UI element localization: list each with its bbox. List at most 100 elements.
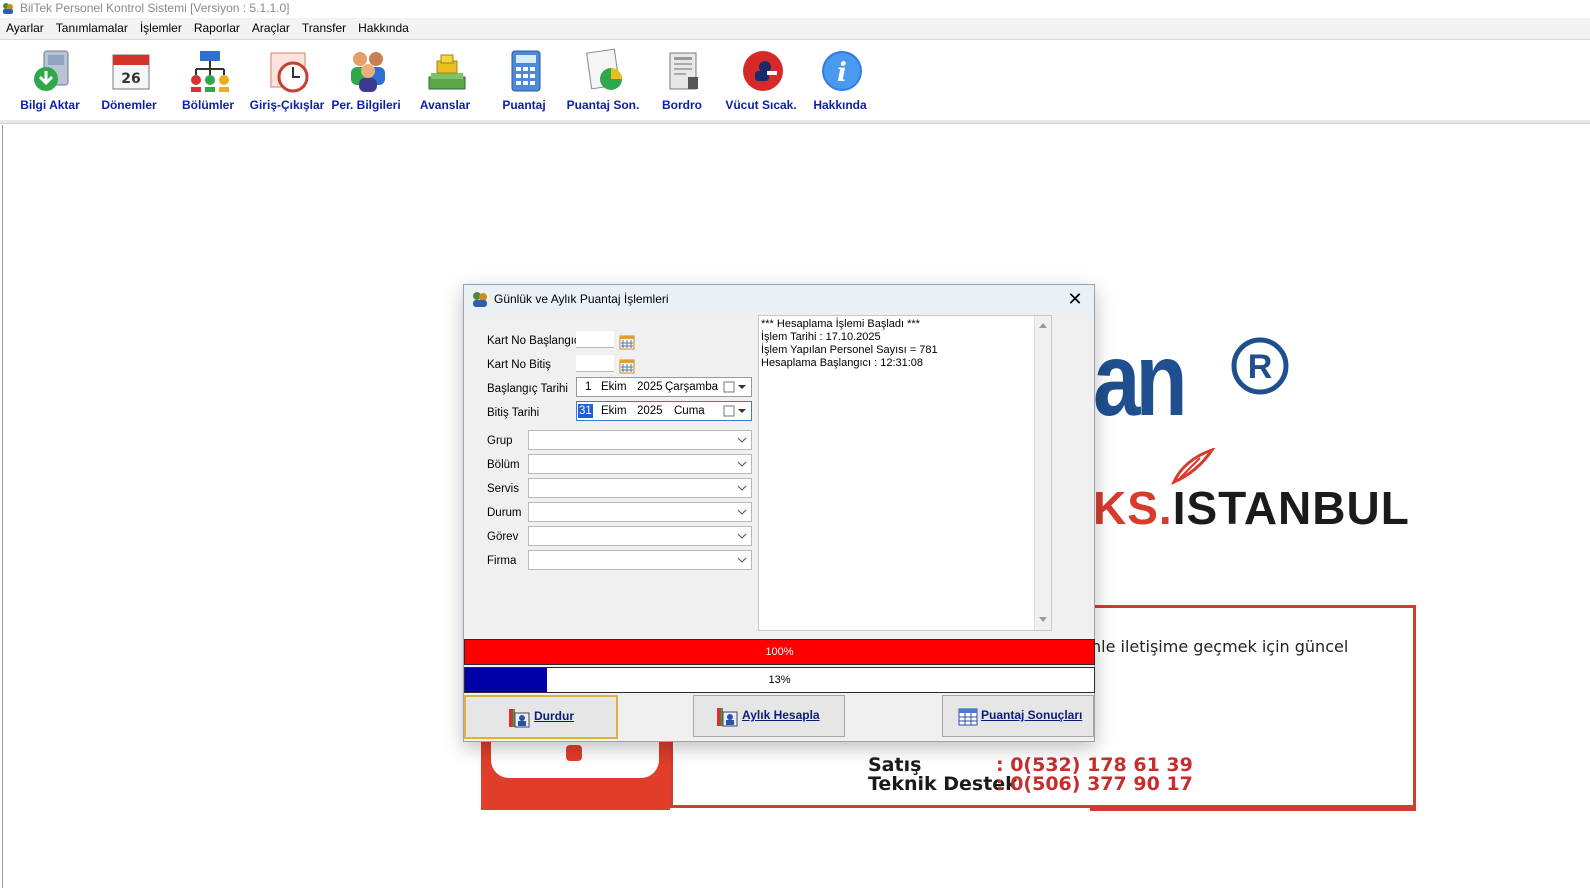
kart-no-end-input[interactable]	[576, 355, 614, 372]
log-line: İşlem Yapılan Personel Sayısı = 781	[761, 344, 938, 356]
contact-info-text: nle iletişime geçmek için güncel	[1091, 637, 1349, 656]
svg-text:R: R	[1248, 348, 1273, 386]
end-date-weekday: Cuma	[674, 405, 705, 417]
menu-transfer[interactable]: Transfer	[296, 18, 352, 39]
toolbar-button-giris-cikislar[interactable]: Giriş-Çıkışlar	[247, 43, 327, 117]
kart-no-end-label: Kart No Bitiş	[487, 359, 551, 371]
toolbar-label: Avanslar	[419, 98, 471, 112]
start-date-year: 2025	[637, 381, 663, 393]
start-date-picker[interactable]: 1 Ekim 2025 Çarşamba	[576, 377, 752, 397]
toolbar-label: Per. Bilgileri	[331, 98, 401, 112]
monthly-calculate-button[interactable]: Aylık Hesapla	[693, 695, 845, 737]
window-title: BilTek Personel Kontrol Sistemi [Versiyo…	[20, 1, 290, 15]
calendar-icon: 26	[112, 54, 150, 90]
menu-bar: Ayarlar Tanımlamalar İşlemler Raporlar Araçl…	[0, 18, 1590, 40]
toolbar-label: Vücut Sıcak.	[725, 98, 797, 112]
menu-raporlar[interactable]: Raporlar	[188, 18, 246, 39]
kart-no-start-input[interactable]	[576, 331, 614, 348]
pen-logo-icon	[1171, 448, 1216, 485]
payroll-icon	[669, 52, 698, 90]
chevron-down-icon	[737, 533, 747, 539]
grup-combo[interactable]	[528, 430, 752, 450]
menu-ayarlar[interactable]: Ayarlar	[0, 18, 50, 39]
menu-araclar[interactable]: Araçlar	[246, 18, 296, 39]
start-date-month: Ekim	[601, 381, 627, 393]
toolbar-label: Bordro	[662, 98, 702, 112]
bolum-combo[interactable]	[528, 454, 752, 474]
date-dropdown-icon[interactable]	[723, 380, 747, 394]
dialog-titlebar: Günlük ve Aylık Puantaj İşlemleri ✕	[464, 285, 1094, 315]
calculator-icon	[511, 50, 541, 92]
progress-text: 100%	[765, 646, 794, 658]
log-line: *** Hesaplama İşlemi Başladı ***	[761, 318, 920, 330]
calendar-picker-icon[interactable]	[619, 358, 635, 374]
scroll-up-icon[interactable]	[1038, 321, 1048, 329]
info-icon: i	[822, 51, 862, 91]
close-icon[interactable]: ✕	[1066, 290, 1084, 308]
svg-text:26: 26	[121, 71, 140, 87]
stop-button[interactable]: Durdur	[464, 695, 618, 739]
monthly-calculate-label: Aylık Hesapla	[742, 708, 820, 722]
scroll-down-icon[interactable]	[1038, 616, 1048, 624]
brand-city-ks: KS.	[1093, 482, 1173, 534]
durum-combo[interactable]	[528, 502, 752, 522]
filter-label-gorev: Görev	[487, 531, 519, 543]
calculation-log[interactable]: *** Hesaplama İşlemi Başladı *** İşlem T…	[758, 315, 1052, 631]
log-scrollbar[interactable]	[1034, 316, 1051, 630]
toolbar-button-avanslar[interactable]: Avanslar	[405, 43, 485, 117]
user-report-icon	[509, 709, 530, 728]
money-icon	[428, 54, 466, 90]
toolbar-button-donemler[interactable]: 26 Dönemler	[89, 43, 169, 117]
toolbar-label: Giriş-Çıkışlar	[249, 98, 325, 112]
dialog-title: Günlük ve Aylık Puantaj İşlemleri	[494, 292, 669, 306]
report-chart-icon	[586, 48, 622, 90]
toolbar-button-vucut-sicak[interactable]: Vücut Sıcak.	[721, 43, 801, 117]
filter-label-servis: Servis	[487, 483, 519, 495]
toolbar-button-bolumler[interactable]: Bölümler	[168, 43, 248, 117]
firma-combo[interactable]	[528, 550, 752, 570]
end-date-label: Bitiş Tarihi	[487, 407, 540, 419]
start-date-day: 1	[585, 381, 592, 393]
log-line: İşlem Tarihi : 17.10.2025	[761, 331, 881, 343]
chevron-down-icon	[737, 509, 747, 515]
chevron-down-icon	[737, 437, 747, 443]
people-icon	[351, 52, 385, 92]
toolbar-label: Puantaj	[502, 98, 546, 112]
end-date-month: Ekim	[601, 405, 627, 417]
calendar-picker-icon[interactable]	[619, 334, 635, 350]
menu-hakkinda[interactable]: Hakkında	[352, 18, 415, 39]
thermometer-icon	[743, 51, 783, 91]
brand-city-name: ISTANBUL	[1172, 482, 1410, 534]
toolbar-label: Hakkında	[813, 98, 867, 112]
toolbar-label: Bilgi Aktar	[20, 98, 80, 112]
puantaj-results-button[interactable]: Puantaj Sonuçları	[942, 695, 1094, 737]
registered-mark-icon: R	[1231, 337, 1289, 395]
date-dropdown-icon[interactable]	[723, 404, 747, 418]
servis-combo[interactable]	[528, 478, 752, 498]
toolbar-button-puantaj[interactable]: Puantaj	[484, 43, 564, 117]
log-line: Hesaplama Başlangıcı : 12:31:08	[761, 357, 924, 369]
toolbar-button-bordro[interactable]: Bordro	[642, 43, 722, 117]
dialog-app-icon	[473, 292, 487, 307]
table-icon	[958, 708, 978, 726]
toolbar-button-puantaj-son[interactable]: Puantaj Son.	[563, 43, 643, 117]
support-phone-line: Teknik Destek: 0(506) 377 90 17	[868, 773, 1193, 795]
menu-islemler[interactable]: İşlemler	[134, 18, 188, 39]
brand-city-text: KS.ISTANBUL	[1093, 482, 1410, 534]
progress-text: 13%	[768, 674, 791, 686]
data-transfer-icon	[34, 50, 69, 91]
chevron-down-icon	[737, 485, 747, 491]
toolbar-label: Puantaj Son.	[566, 98, 640, 112]
toolbar-button-per-bilgileri[interactable]: Per. Bilgileri	[326, 43, 406, 117]
end-date-picker[interactable]: 31 Ekim 2025 Cuma	[576, 401, 752, 421]
filter-label-firma: Firma	[487, 555, 517, 567]
step-progress-bar: 13%	[464, 667, 1095, 693]
toolbar-button-hakkinda[interactable]: i Hakkında	[800, 43, 880, 117]
stop-button-label: Durdur	[534, 709, 574, 723]
menu-tanimlamalar[interactable]: Tanımlamalar	[50, 18, 134, 39]
gorev-combo[interactable]	[528, 526, 752, 546]
main-toolbar: Bilgi Aktar 26 Dönemler Bölümler Giriş-Ç…	[7, 43, 890, 117]
org-chart-icon	[191, 51, 229, 92]
puantaj-results-label: Puantaj Sonuçları	[981, 708, 1083, 722]
toolbar-button-bilgi-aktar[interactable]: Bilgi Aktar	[10, 43, 90, 117]
